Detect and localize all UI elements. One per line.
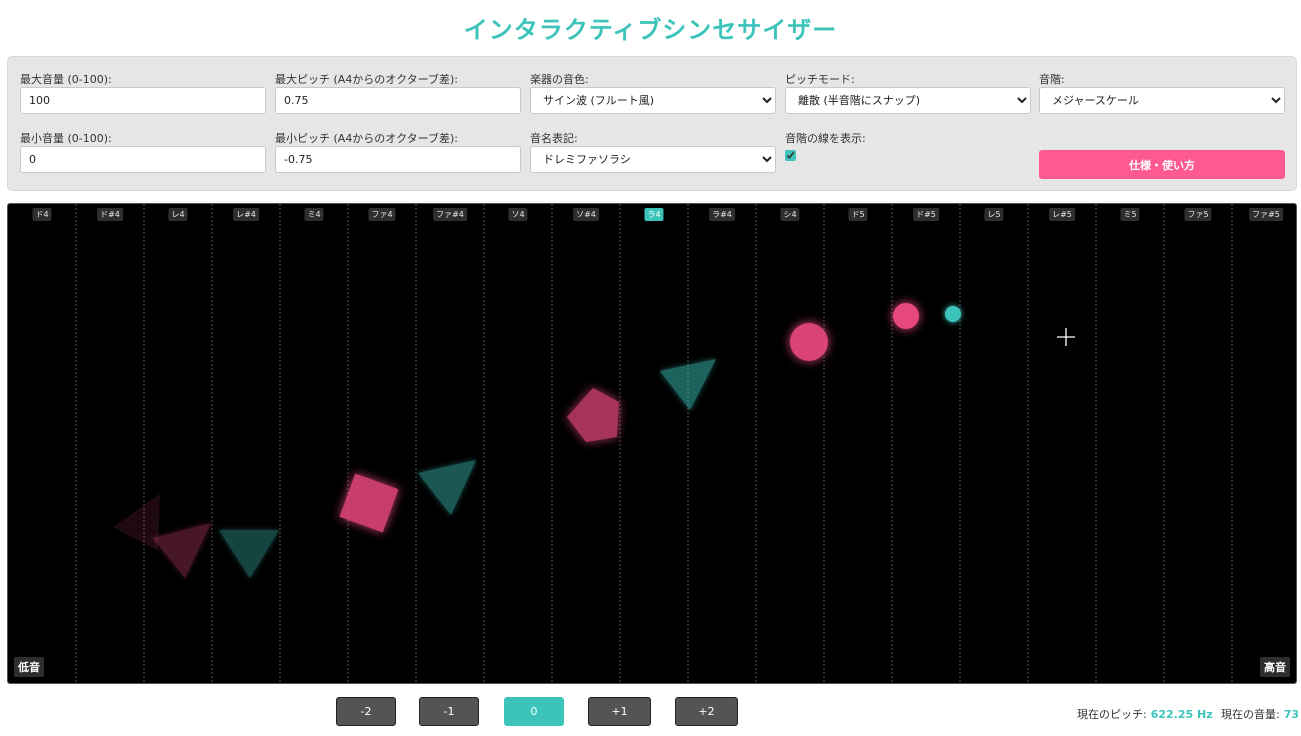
play-area[interactable]: ド4 ド#4 レ4 レ#4 ミ4 ファ4 ファ#4 ソ4 ソ#4 ラ4 ラ#4 シ4 ド5 ド#5 レ5 レ#… [7, 203, 1297, 684]
note-label: ファ#4 [433, 208, 467, 221]
instrument-control: 楽器の音色: サイン波 (フルート風) [530, 71, 776, 114]
min-pitch-control: 最小ピッチ (A4からのオクターブ差): [275, 130, 521, 173]
trail-triangle-dark [113, 494, 160, 551]
note-label: ド#4 [97, 208, 123, 221]
current-pitch-value: 622.25 Hz [1150, 708, 1213, 721]
note-label: シ4 [780, 208, 800, 221]
note-label: ミ5 [1120, 208, 1140, 221]
current-note-dot [945, 306, 961, 322]
crosshair-cursor [1057, 328, 1075, 346]
max-pitch-control: 最大ピッチ (A4からのオクターブ差): [275, 71, 521, 114]
trail-triangle-teal-1 [219, 530, 279, 578]
min-pitch-input[interactable] [275, 146, 521, 173]
show-lines-checkbox[interactable] [785, 150, 796, 161]
instrument-select[interactable]: サイン波 (フルート風) [530, 87, 776, 114]
note-label: ド4 [32, 208, 52, 221]
octave-button[interactable]: +1 [588, 697, 651, 726]
max-volume-input[interactable] [20, 87, 266, 114]
note-label: レ4 [168, 208, 188, 221]
show-lines-label: 音階の線を表示: [785, 132, 866, 145]
note-notation-select[interactable]: ドレミファソラシ [530, 146, 776, 173]
trail-triangle-teal-3 [660, 359, 716, 410]
current-pitch-label: 現在のピッチ: [1077, 708, 1147, 721]
low-pitch-label: 低音 [14, 657, 44, 677]
note-label: レ#5 [1049, 208, 1075, 221]
trail-pentagon-pink [567, 388, 619, 442]
pitch-mode-label: ピッチモード: [785, 73, 855, 86]
pitch-mode-control: ピッチモード: 離散 (半音階にスナップ) [785, 71, 1031, 114]
high-pitch-label: 高音 [1260, 657, 1290, 677]
trail-triangle-teal-2 [418, 460, 476, 515]
control-panel: 最大音量 (0-100): 最大ピッチ (A4からのオクターブ差): 楽器の音色… [7, 56, 1297, 191]
note-label: ファ5 [1184, 208, 1212, 221]
scale-control: 音階: メジャースケール [1039, 71, 1285, 114]
max-volume-control: 最大音量 (0-100): [20, 71, 266, 114]
page-title: インタラクティブシンセサイザー [463, 16, 838, 44]
note-label: ファ#5 [1249, 208, 1283, 221]
trail-circle-pink-large [790, 323, 828, 361]
note-label: ラ4 [644, 208, 664, 221]
instrument-label: 楽器の音色: [530, 73, 589, 86]
note-notation-label: 音名表記: [530, 132, 578, 145]
note-label: レ5 [984, 208, 1004, 221]
current-volume-label: 現在の音量: [1221, 708, 1280, 721]
note-label: ソ#4 [573, 208, 599, 221]
note-label: ファ4 [368, 208, 396, 221]
trail-square-pink [339, 473, 399, 533]
min-volume-input[interactable] [20, 146, 266, 173]
max-volume-label: 最大音量 (0-100): [20, 73, 112, 86]
octave-button[interactable]: -2 [336, 697, 396, 726]
visualizer-canvas [75, 204, 1233, 683]
current-volume-status: 現在の音量: 73 [1221, 706, 1299, 722]
note-label: レ#4 [233, 208, 259, 221]
trail-circle-pink-small [893, 303, 919, 329]
octave-button[interactable]: +2 [675, 697, 738, 726]
pitch-mode-select[interactable]: 離散 (半音階にスナップ) [785, 87, 1031, 114]
max-pitch-label: 最大ピッチ (A4からのオクターブ差): [275, 73, 458, 86]
note-label: ソ4 [508, 208, 528, 221]
min-pitch-label: 最小ピッチ (A4からのオクターブ差): [275, 132, 458, 145]
scale-select[interactable]: メジャースケール [1039, 87, 1285, 114]
note-notation-control: 音名表記: ドレミファソラシ [530, 130, 776, 173]
trail-triangle-pink-1 [153, 523, 211, 578]
note-label: ド5 [848, 208, 868, 221]
current-pitch-status: 現在のピッチ: 622.25 Hz [1077, 706, 1213, 722]
current-volume-value: 73 [1283, 708, 1300, 721]
min-volume-label: 最小音量 (0-100): [20, 132, 112, 145]
scale-lines [75, 204, 1233, 683]
min-volume-control: 最小音量 (0-100): [20, 130, 266, 173]
octave-button[interactable]: 0 [504, 697, 564, 726]
scale-label: 音階: [1039, 73, 1065, 86]
note-label: ミ4 [304, 208, 324, 221]
show-lines-control: 音階の線を表示: [785, 130, 1031, 165]
note-label: ラ#4 [709, 208, 735, 221]
note-label: ド#5 [913, 208, 939, 221]
spec-button[interactable]: 仕様・使い方 [1039, 150, 1285, 179]
max-pitch-input[interactable] [275, 87, 521, 114]
octave-button[interactable]: -1 [419, 697, 479, 726]
